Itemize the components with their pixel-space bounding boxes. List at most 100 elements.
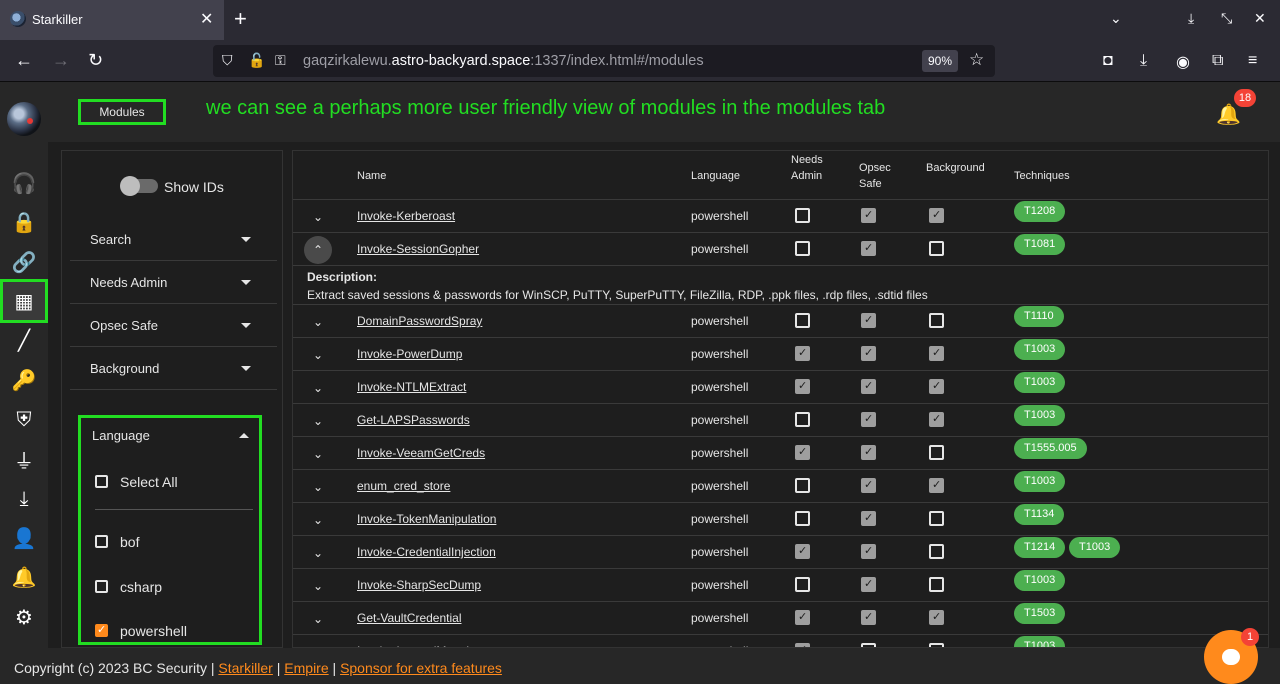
needs-admin-checkbox[interactable] bbox=[795, 241, 810, 256]
show-ids-toggle[interactable] bbox=[120, 176, 158, 196]
opsec-safe-checkbox[interactable] bbox=[861, 241, 876, 256]
opsec-safe-filter[interactable]: Opsec Safe bbox=[70, 304, 277, 347]
account-icon[interactable]: ◉ bbox=[1176, 52, 1190, 72]
technique-chip[interactable]: T1003 bbox=[1014, 570, 1066, 591]
new-tab-button[interactable]: + bbox=[234, 6, 247, 32]
module-name-link[interactable]: Invoke-SharpSecDump bbox=[357, 578, 481, 592]
opsec-safe-checkbox[interactable] bbox=[861, 208, 876, 223]
checkbox-checked-icon[interactable] bbox=[95, 623, 108, 637]
extensions-icon[interactable]: ⧉ bbox=[1212, 52, 1223, 70]
needs-admin-checkbox[interactable] bbox=[795, 610, 810, 625]
table-row[interactable]: ⌄ Get-LAPSPasswords powershell T1003 bbox=[293, 403, 1268, 436]
notifications-bell-icon[interactable]: 🔔 bbox=[1216, 102, 1241, 127]
starkiller-link[interactable]: Starkiller bbox=[218, 660, 272, 676]
needs-admin-checkbox[interactable] bbox=[795, 577, 810, 592]
expand-chevron-icon[interactable]: ⌄ bbox=[309, 544, 327, 562]
user-icon[interactable]: 👤 bbox=[0, 518, 48, 558]
shield-icon[interactable]: ⛨ bbox=[0, 400, 48, 440]
module-name-link[interactable]: Get-VaultCredential bbox=[357, 611, 462, 625]
table-row[interactable]: ⌄ Invoke-VeeamGetCreds powershell T1555.005 bbox=[293, 436, 1268, 469]
module-name-link[interactable]: Invoke-NTLMExtract bbox=[357, 380, 466, 394]
background-checkbox[interactable] bbox=[929, 478, 944, 493]
table-row[interactable]: ⌄ DomainPasswordSpray powershell T1110 bbox=[293, 304, 1268, 337]
agents-icon[interactable]: 🔒 bbox=[0, 202, 48, 242]
language-filter-title[interactable]: Language bbox=[92, 428, 150, 443]
expand-chevron-icon[interactable]: ⌄ bbox=[309, 313, 327, 331]
shield-icon[interactable]: ⛉ bbox=[222, 52, 233, 69]
technique-chip[interactable]: T1003 bbox=[1014, 636, 1066, 647]
expand-chevron-icon[interactable]: ⌄ bbox=[309, 445, 327, 463]
checkbox-icon[interactable] bbox=[95, 535, 108, 548]
module-name-link[interactable]: Get-LAPSPasswords bbox=[357, 413, 470, 427]
technique-chip[interactable]: T1503 bbox=[1014, 603, 1066, 624]
pocket-icon[interactable]: ◘ bbox=[1103, 52, 1113, 70]
needs-admin-checkbox[interactable] bbox=[795, 544, 810, 559]
needs-admin-checkbox[interactable] bbox=[795, 478, 810, 493]
forward-arrow-icon[interactable]: → bbox=[52, 50, 70, 71]
close-tab-icon[interactable]: ✕ bbox=[200, 9, 213, 29]
expand-chevron-icon[interactable]: ⌄ bbox=[309, 478, 327, 496]
window-close-icon[interactable]: ✕ bbox=[1254, 10, 1266, 27]
opsec-safe-checkbox[interactable] bbox=[861, 445, 876, 460]
opsec-safe-checkbox[interactable] bbox=[861, 379, 876, 394]
expand-chevron-icon[interactable]: ⌄ bbox=[309, 379, 327, 397]
technique-chip[interactable]: T1003 bbox=[1014, 405, 1066, 426]
download-icon[interactable]: ⤓ bbox=[0, 479, 48, 519]
opsec-safe-checkbox[interactable] bbox=[861, 610, 876, 625]
column-header-needs-admin[interactable]: Needs Admin bbox=[791, 152, 831, 184]
gear-icon[interactable]: ⚙ bbox=[0, 597, 48, 637]
url-bar[interactable]: ⛉ 🔓 ⚿ gaqzirkalewu.astro-backyard.space:… bbox=[213, 45, 995, 77]
table-row[interactable]: ⌄ Invoke-SharpSecDump powershell T1003 bbox=[293, 568, 1268, 601]
technique-chip[interactable]: T1081 bbox=[1014, 234, 1066, 255]
technique-chip[interactable]: T1208 bbox=[1014, 201, 1066, 222]
permissions-key-icon[interactable]: ⚿ bbox=[275, 52, 286, 69]
table-row[interactable]: ⌄ enum_cred_store powershell T1003 bbox=[293, 469, 1268, 502]
chevron-up-icon[interactable] bbox=[239, 433, 249, 438]
checkbox-icon[interactable] bbox=[95, 475, 108, 488]
modules-grid-icon[interactable]: ▦ bbox=[0, 279, 48, 323]
table-row[interactable]: ⌄ Invoke-TokenManipulation powershell T1134 bbox=[293, 502, 1268, 535]
background-checkbox[interactable] bbox=[929, 241, 944, 256]
checkbox-icon[interactable] bbox=[95, 580, 108, 593]
module-name-link[interactable]: Invoke-PowerDump bbox=[357, 347, 462, 361]
background-filter[interactable]: Background bbox=[70, 347, 277, 390]
opsec-safe-checkbox[interactable] bbox=[861, 478, 876, 493]
table-row[interactable]: ⌄ Invoke-NTLMExtract powershell T1003 bbox=[293, 370, 1268, 403]
background-checkbox[interactable] bbox=[929, 346, 944, 361]
background-checkbox[interactable] bbox=[929, 379, 944, 394]
technique-chip[interactable]: T1555.005 bbox=[1014, 438, 1087, 459]
opsec-safe-checkbox[interactable] bbox=[861, 412, 876, 427]
background-checkbox[interactable] bbox=[929, 208, 944, 223]
needs-admin-checkbox[interactable] bbox=[795, 346, 810, 361]
listeners-headphones-icon[interactable]: 🎧 bbox=[0, 163, 48, 203]
module-name-link[interactable]: DomainPasswordSpray bbox=[357, 314, 482, 328]
key-icon[interactable]: 🔑 bbox=[0, 360, 48, 400]
restore-icon[interactable]: ⤡ bbox=[1221, 10, 1232, 27]
expand-chevron-icon[interactable]: ⌄ bbox=[309, 208, 327, 226]
column-header-techniques[interactable]: Techniques bbox=[1014, 168, 1070, 184]
module-name-link[interactable]: Invoke-VeeamGetCreds bbox=[357, 446, 485, 460]
module-name-link[interactable]: Invoke-CredentialInjection bbox=[357, 545, 496, 559]
background-checkbox[interactable] bbox=[929, 445, 944, 460]
table-row[interactable]: ⌄ Invoke-CredentialInjection powershell T12… bbox=[293, 535, 1268, 568]
starkiller-logo[interactable] bbox=[7, 102, 41, 136]
opsec-safe-checkbox[interactable] bbox=[861, 544, 876, 559]
browser-tab[interactable]: Starkiller ✕ bbox=[0, 0, 224, 40]
menu-icon[interactable]: ≡ bbox=[1248, 52, 1257, 70]
column-header-background[interactable]: Background bbox=[926, 160, 985, 176]
column-header-language[interactable]: Language bbox=[691, 168, 740, 184]
minimize-icon[interactable]: ⤓ bbox=[1188, 10, 1194, 27]
search-filter[interactable]: Search bbox=[70, 218, 277, 261]
table-row[interactable]: ⌃ Invoke-SessionGopher powershell T1081 bbox=[293, 232, 1268, 265]
needs-admin-checkbox[interactable] bbox=[795, 445, 810, 460]
module-name-link[interactable]: Invoke-SessionGopher bbox=[357, 242, 479, 256]
technique-chip[interactable]: T1003 bbox=[1014, 372, 1066, 393]
needs-admin-checkbox[interactable] bbox=[795, 313, 810, 328]
technique-chip[interactable]: T1110 bbox=[1014, 306, 1064, 327]
insecure-lock-icon[interactable]: 🔓 bbox=[248, 52, 265, 69]
plug-icon[interactable]: ⏚ bbox=[0, 439, 48, 479]
column-header-opsec-safe[interactable]: Opsec Safe bbox=[859, 160, 899, 192]
opsec-safe-checkbox[interactable] bbox=[861, 577, 876, 592]
sponsor-link[interactable]: Sponsor for extra features bbox=[340, 660, 502, 676]
technique-chip[interactable]: T1214 bbox=[1014, 537, 1066, 558]
